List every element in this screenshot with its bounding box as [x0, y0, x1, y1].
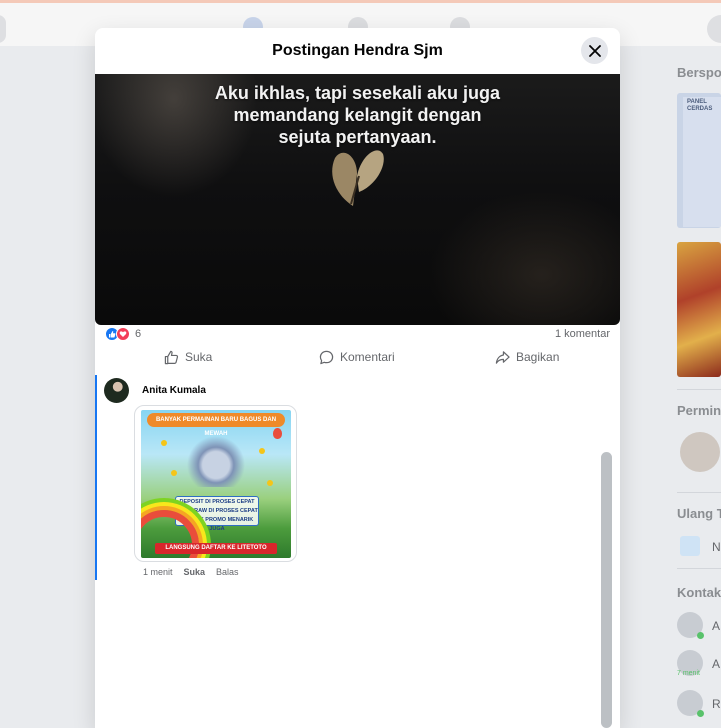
divider	[677, 389, 721, 390]
close-button[interactable]	[581, 37, 608, 64]
contact-name[interactable]: A	[712, 657, 720, 671]
account-pill[interactable]	[707, 15, 721, 43]
comment-icon	[319, 350, 334, 364]
divider	[677, 568, 721, 569]
modal-title: Postingan Hendra Sjm	[272, 42, 443, 59]
modal-header: Postingan Hendra Sjm	[95, 28, 620, 74]
comment-item: Anita Kumala BANYAK PERMAINAN BARU BAGUS…	[95, 375, 620, 580]
reaction-icons[interactable]	[105, 327, 130, 341]
divider	[677, 492, 721, 493]
comment-like-button[interactable]: Suka	[184, 567, 206, 577]
comment-button[interactable]: Komentari	[319, 346, 395, 368]
gift-icon	[680, 536, 700, 556]
contact-last-active: 7 menit	[677, 670, 700, 677]
contact-name[interactable]: Ro	[712, 697, 721, 711]
ad-text: PANEL CERDAS	[687, 99, 713, 112]
search-pill[interactable]	[0, 15, 6, 43]
share-label: Bagikan	[516, 350, 560, 364]
coin-icon	[171, 470, 177, 476]
castle-illustration	[186, 432, 246, 487]
promo-bottom-banner: LANGSUNG DAFTAR KE LITETOTO	[155, 543, 277, 554]
online-dot	[697, 710, 704, 717]
comment-time[interactable]: 1 menit	[143, 567, 173, 577]
scrollbar-thumb[interactable]	[601, 452, 612, 728]
coin-icon	[161, 440, 167, 446]
sponsored-heading: Bersponsor	[677, 65, 721, 80]
post-media[interactable]: Aku ikhlas, tapi sesekali aku juga meman…	[95, 74, 620, 325]
online-dot	[697, 632, 704, 639]
comment-reply-button[interactable]: Balas	[216, 567, 239, 577]
like-button[interactable]: Suka	[164, 346, 212, 368]
comment-image[interactable]: BANYAK PERMAINAN BARU BAGUS DAN MEWAH DE…	[134, 405, 297, 562]
butterfly-image	[332, 150, 384, 206]
coin-icon	[259, 448, 265, 454]
birthdays-heading: Ulang Tahun	[677, 506, 721, 521]
promo-line: DEPOSIT DI PROSES CEPAT	[179, 499, 255, 505]
right-sidebar: Bersponsor PANEL CERDAS Permintaan Ulang…	[620, 46, 721, 728]
coin-icon	[267, 480, 273, 486]
avatar[interactable]	[104, 378, 129, 403]
reaction-count[interactable]: 6	[135, 328, 141, 340]
sponsored-ad-image[interactable]	[677, 242, 721, 377]
close-icon	[588, 44, 601, 57]
birthday-name: N	[712, 540, 721, 554]
comment-count[interactable]: 1 komentar	[555, 328, 610, 340]
comment-label: Komentari	[340, 350, 395, 364]
post-action-bar: Suka Komentari Bagikan	[95, 346, 620, 368]
comment-author[interactable]: Anita Kumala	[142, 385, 206, 396]
like-label: Suka	[185, 350, 213, 364]
thumbs-up-icon	[164, 350, 179, 364]
scrollbar[interactable]	[601, 452, 612, 728]
promo-image: BANYAK PERMAINAN BARU BAGUS DAN MEWAH DE…	[141, 410, 291, 558]
share-icon	[495, 350, 510, 364]
balloon-icon	[273, 428, 282, 439]
love-icon	[116, 327, 130, 341]
post-modal: Postingan Hendra Sjm Aku ikhlas, tapi se…	[95, 28, 620, 728]
promo-line: WITHDRAW DI PROSES CEPAT	[176, 508, 258, 514]
sponsored-ad[interactable]: PANEL CERDAS	[677, 93, 721, 228]
promo-top-banner: BANYAK PERMAINAN BARU BAGUS DAN MEWAH	[147, 413, 285, 437]
comment-meta: 1 menit Suka Balas	[143, 567, 239, 577]
reaction-summary: 6 1 komentar	[105, 327, 610, 343]
contacts-heading: Kontak	[677, 585, 721, 600]
contact-name[interactable]: A	[712, 619, 720, 633]
share-button[interactable]: Bagikan	[495, 346, 559, 368]
request-avatar[interactable]	[680, 432, 720, 472]
requests-heading: Permintaan	[677, 403, 721, 418]
